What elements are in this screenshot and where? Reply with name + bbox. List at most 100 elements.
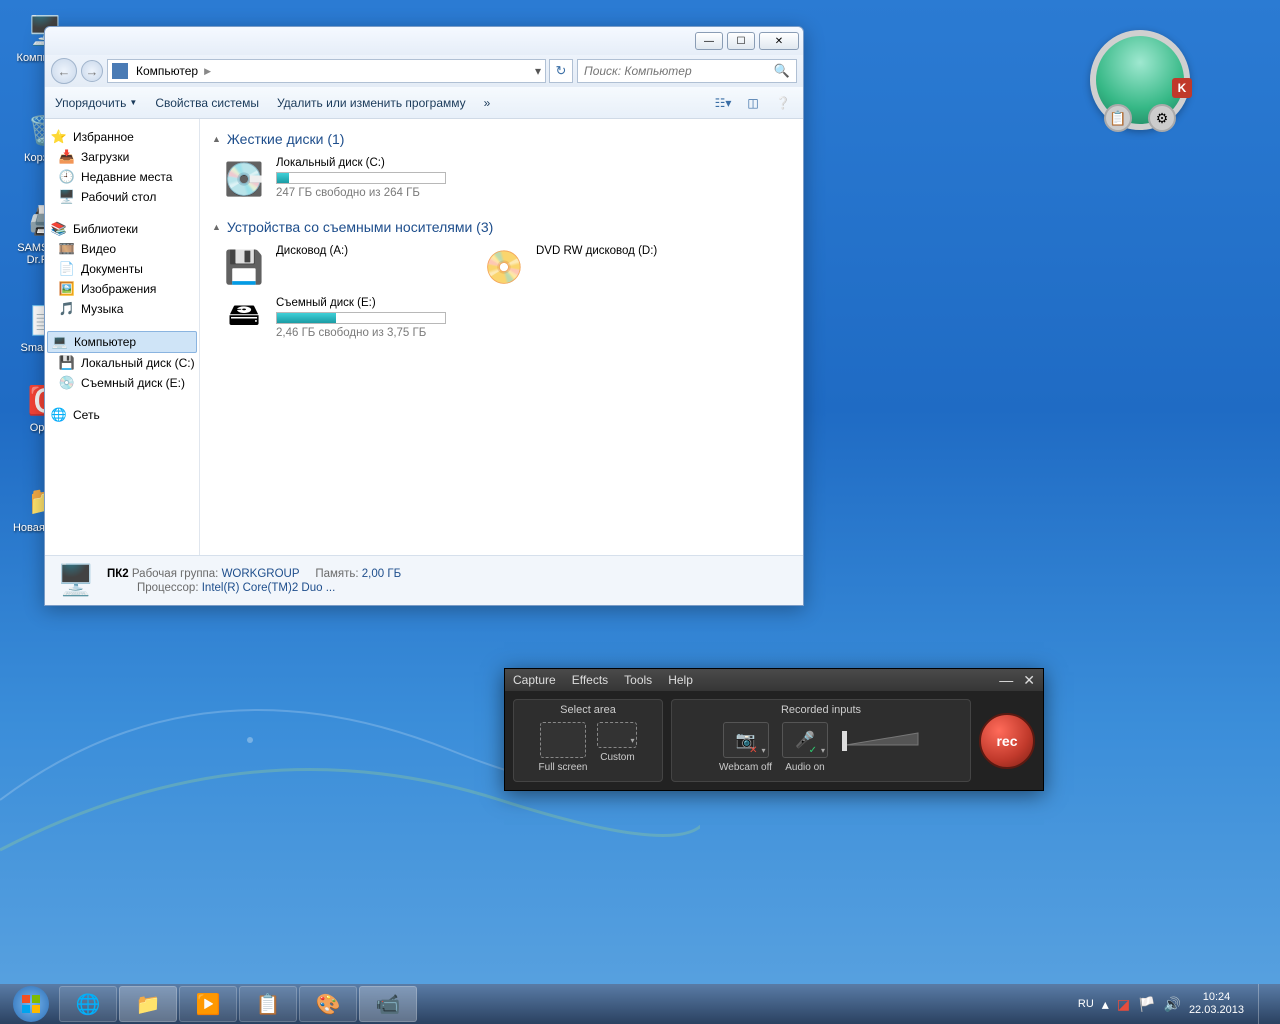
libraries-icon: 📚 (51, 221, 67, 237)
system-properties-button[interactable]: Свойства системы (155, 96, 259, 110)
breadcrumb-dropdown[interactable]: ▾ (535, 64, 541, 78)
documents-icon: 📄 (59, 261, 75, 277)
close-button[interactable]: ✕ (759, 32, 799, 50)
tray-language[interactable]: RU (1078, 998, 1094, 1010)
sidebar-libraries[interactable]: 📚Библиотеки (45, 219, 199, 239)
nav-back-button[interactable]: ← (51, 58, 77, 84)
tray-clock[interactable]: 10:24 22.03.2013 (1189, 991, 1244, 1017)
nav-forward-button[interactable]: → (81, 60, 103, 82)
taskbar-paint[interactable]: 🎨 (299, 986, 357, 1022)
sidebar-drive-c[interactable]: 💾Локальный диск (C:) (45, 353, 199, 373)
sidebar-music[interactable]: 🎵Музыка (45, 299, 199, 319)
computer-large-icon: 🖥️ (55, 560, 97, 602)
system-tray: RU ▴ ◪ 🏳️ 🔊 10:24 22.03.2013 (1078, 984, 1276, 1024)
gadget-settings-button[interactable]: ⚙ (1148, 104, 1176, 132)
computer-icon (112, 63, 128, 79)
tray-volume-icon[interactable]: 🔊 (1164, 996, 1181, 1013)
kaspersky-gadget[interactable]: K 📋 ⚙ (1090, 30, 1200, 140)
usb-drive-icon: 🖴 (222, 297, 266, 341)
camtasia-minimize-button[interactable]: — (999, 672, 1013, 689)
record-button[interactable]: rec (979, 713, 1035, 769)
sidebar-recent[interactable]: 🕘Недавние места (45, 167, 199, 187)
gadget-reports-button[interactable]: 📋 (1104, 104, 1132, 132)
drive-c[interactable]: 💽 Локальный диск (C:) 247 ГБ свободно из… (222, 157, 452, 201)
refresh-button[interactable]: ↻ (549, 59, 573, 83)
menu-capture[interactable]: Capture (513, 673, 556, 687)
tray-kaspersky-icon[interactable]: ◪ (1117, 996, 1130, 1013)
hdd-icon: 💽 (222, 157, 266, 201)
breadcrumb[interactable]: Компьютер ▶ ▾ (107, 59, 546, 83)
menu-effects[interactable]: Effects (572, 673, 608, 687)
drive-a[interactable]: 💾 Дисковод (A:) (222, 245, 452, 289)
custom-area-button[interactable]: ▾Custom (597, 722, 637, 773)
help-button[interactable]: ❔ (773, 93, 793, 113)
window-titlebar[interactable]: — ☐ ✕ (45, 27, 803, 55)
menu-tools[interactable]: Tools (624, 673, 652, 687)
tray-show-hidden[interactable]: ▴ (1102, 996, 1109, 1013)
sidebar-downloads[interactable]: 📥Загрузки (45, 147, 199, 167)
drive-e[interactable]: 🖴 Съемный диск (E:) 2,46 ГБ свободно из … (222, 297, 452, 341)
downloads-icon: 📥 (59, 149, 75, 165)
camtasia-recorder-window: Capture Effects Tools Help — ✕ Select ar… (504, 668, 1044, 791)
show-desktop-button[interactable] (1258, 984, 1272, 1024)
chevron-right-icon[interactable]: ▶ (202, 66, 213, 77)
section-removable[interactable]: ▲Устройства со съемными носителями (3) (212, 215, 791, 239)
dvd-icon: 📀 (482, 245, 526, 289)
sidebar-videos[interactable]: 🎞️Видео (45, 239, 199, 259)
recent-icon: 🕘 (59, 169, 75, 185)
recorded-inputs-panel: Recorded inputs 📷✕▾Webcam off 🎤✓▾Audio o… (671, 699, 971, 782)
taskbar-camtasia[interactable]: 📹 (359, 986, 417, 1022)
camtasia-close-button[interactable]: ✕ (1023, 672, 1035, 689)
uninstall-program-button[interactable]: Удалить или изменить программу (277, 96, 466, 110)
sidebar-desktop[interactable]: 🖥️Рабочий стол (45, 187, 199, 207)
usb-icon: 💿 (59, 375, 75, 391)
floppy-icon: 💾 (222, 245, 266, 289)
kaspersky-logo: K (1172, 78, 1192, 98)
taskbar: 🌐 📁 ▶️ 📋 🎨 📹 RU ▴ ◪ 🏳️ 🔊 10:24 22.03.201… (0, 984, 1280, 1024)
sidebar-network[interactable]: 🌐Сеть (45, 405, 199, 425)
taskbar-ie[interactable]: 🌐 (59, 986, 117, 1022)
drive-d[interactable]: 📀 DVD RW дисковод (D:) (482, 245, 712, 289)
taskbar-app1[interactable]: 📋 (239, 986, 297, 1022)
section-hard-drives[interactable]: ▲Жесткие диски (1) (212, 127, 791, 151)
toolbar-overflow[interactable]: » (484, 96, 491, 110)
menu-help[interactable]: Help (668, 673, 693, 687)
sidebar-pictures[interactable]: 🖼️Изображения (45, 279, 199, 299)
sidebar-computer[interactable]: 💻Компьютер (47, 331, 197, 353)
pictures-icon: 🖼️ (59, 281, 75, 297)
computer-icon: 💻 (52, 334, 68, 350)
webcam-button[interactable]: 📷✕▾Webcam off (719, 722, 772, 773)
maximize-button[interactable]: ☐ (727, 32, 755, 50)
drive-e-usage-bar (276, 312, 446, 324)
gadget-status-circle: K 📋 ⚙ (1090, 30, 1190, 130)
sidebar-favorites[interactable]: ⭐Избранное (45, 127, 199, 147)
search-box[interactable]: 🔍 (577, 59, 797, 83)
audio-level-slider[interactable] (838, 722, 923, 758)
fullscreen-button[interactable]: Full screen (539, 722, 588, 773)
taskbar-mediaplayer[interactable]: ▶️ (179, 986, 237, 1022)
drive-c-usage-bar (276, 172, 446, 184)
address-bar: ← → Компьютер ▶ ▾ ↻ 🔍 (45, 55, 803, 87)
preview-pane-button[interactable]: ◫ (743, 93, 763, 113)
content-pane[interactable]: ▲Жесткие диски (1) 💽 Локальный диск (C:)… (200, 119, 803, 555)
breadcrumb-location[interactable]: Компьютер (132, 64, 202, 78)
tray-action-center-icon[interactable]: 🏳️ (1138, 996, 1155, 1013)
desktop-icon: 🖥️ (59, 189, 75, 205)
audio-button[interactable]: 🎤✓▾Audio on (782, 722, 828, 773)
search-icon[interactable]: 🔍 (774, 63, 790, 79)
sidebar-drive-e[interactable]: 💿Съемный диск (E:) (45, 373, 199, 393)
minimize-button[interactable]: — (695, 32, 723, 50)
taskbar-explorer[interactable]: 📁 (119, 986, 177, 1022)
organize-menu[interactable]: Упорядочить ▼ (55, 96, 137, 110)
view-mode-button[interactable]: ☷▾ (713, 93, 733, 113)
search-input[interactable] (584, 64, 774, 78)
start-button[interactable] (4, 984, 58, 1024)
explorer-window: — ☐ ✕ ← → Компьютер ▶ ▾ ↻ 🔍 Упорядочить … (44, 26, 804, 606)
drive-icon: 💾 (59, 355, 75, 371)
details-pane: 🖥️ ПК2 Рабочая группа: WORKGROUP Память:… (45, 555, 803, 605)
camtasia-menubar: Capture Effects Tools Help — ✕ (505, 669, 1043, 691)
select-area-panel: Select area Full screen ▾Custom (513, 699, 663, 782)
sidebar-documents[interactable]: 📄Документы (45, 259, 199, 279)
computer-name: ПК2 (107, 568, 129, 580)
toolbar: Упорядочить ▼ Свойства системы Удалить и… (45, 87, 803, 119)
